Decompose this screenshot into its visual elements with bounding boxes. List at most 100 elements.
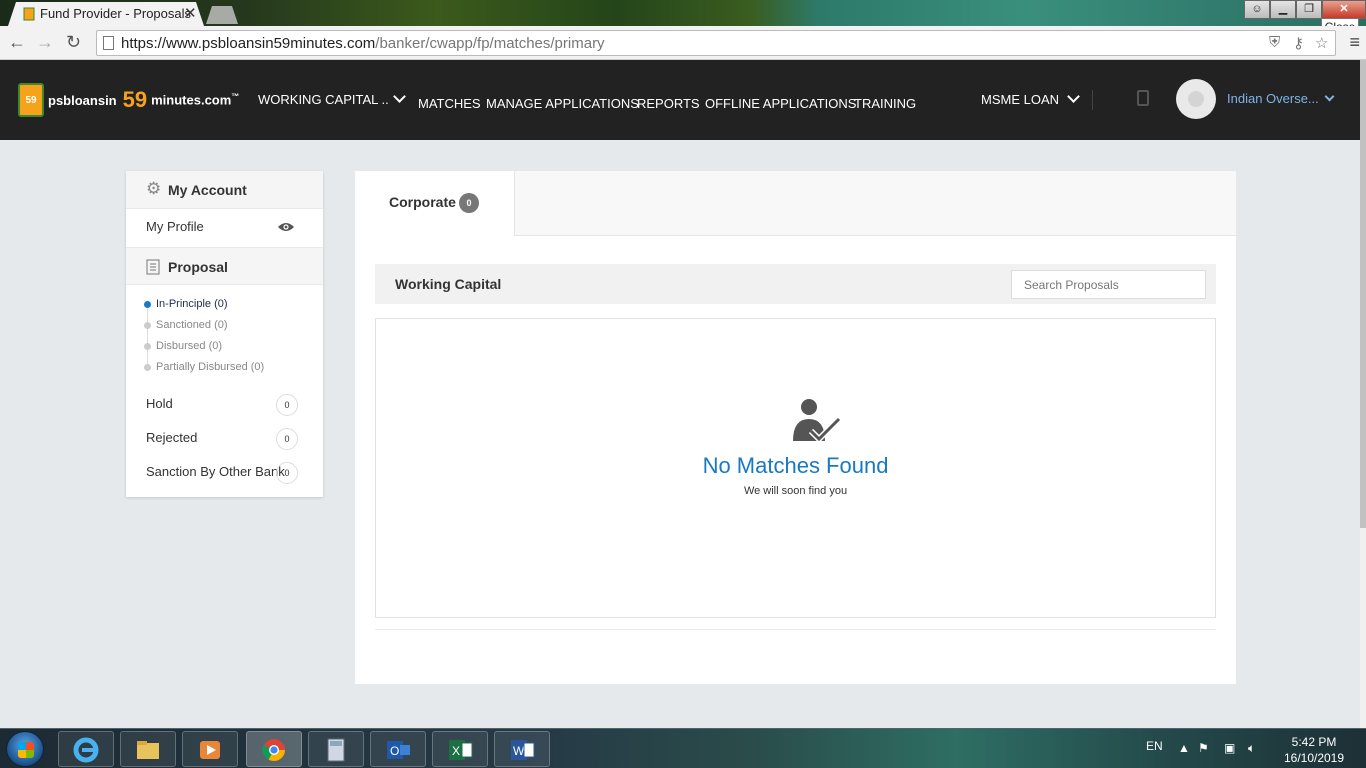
nav-manage-applications[interactable]: MANAGE APPLICATIONS <box>486 96 639 111</box>
forward-arrow-icon[interactable]: → <box>36 32 54 53</box>
nav-training[interactable]: TRAINING <box>854 96 916 111</box>
tab-bar: Corporate 0 <box>355 171 1236 236</box>
chevron-down-icon <box>1324 91 1335 102</box>
nav-offline-applications[interactable]: OFFLINE APPLICATIONS <box>705 96 856 111</box>
hold-count-badge: 0 <box>276 394 298 416</box>
url-text: https://www.psbloansin59minutes.com/bank… <box>121 35 605 52</box>
windows-taskbar: O X W EN ▲ ⚑ ▣ 🔈︎ 5:42 PM 16/10/2019 <box>0 728 1366 768</box>
new-tab-button[interactable] <box>206 6 238 24</box>
other-bank-count-badge: 0 <box>276 462 298 484</box>
section-title: Working Capital <box>395 276 502 292</box>
sidebar-item-hold[interactable]: Hold <box>146 396 173 411</box>
section-header: Working Capital <box>375 264 1216 304</box>
nav-divider <box>1092 90 1093 110</box>
sidebar: ⚙ My Account My Profile Proposal In-Prin… <box>126 171 323 497</box>
media-player-icon <box>200 741 220 759</box>
volume-icon[interactable]: 🔈︎ <box>1248 741 1255 756</box>
svg-text:O: O <box>390 744 399 758</box>
maximize-button[interactable]: ❐ <box>1296 0 1322 19</box>
step-dot <box>144 364 151 371</box>
tab-count-badge: 0 <box>459 193 479 213</box>
excel-icon: X <box>449 740 473 760</box>
chevron-down-icon <box>1067 90 1080 103</box>
site-logo[interactable]: 59 psbloansin 59 minutes.com™ <box>18 80 239 120</box>
language-indicator[interactable]: EN <box>1146 739 1163 753</box>
menu-icon[interactable]: ≡ <box>1349 32 1360 53</box>
nav-reports[interactable]: REPORTS <box>637 96 700 111</box>
chevron-down-icon <box>392 90 406 103</box>
taskbar-file-explorer[interactable] <box>120 731 176 767</box>
back-arrow-icon[interactable]: ← <box>8 32 26 53</box>
taskbar-excel[interactable]: X <box>432 731 488 767</box>
browser-tab[interactable]: Fund Provider - Proposals ✕ <box>8 2 204 26</box>
tray-expand-icon[interactable]: ▲ <box>1178 741 1190 755</box>
step-sanctioned[interactable]: Sanctioned (0) <box>156 319 228 331</box>
svg-text:X: X <box>452 744 460 758</box>
minimize-button[interactable]: ▁ <box>1270 0 1296 19</box>
calculator-icon[interactable] <box>1137 90 1149 106</box>
avatar[interactable] <box>1176 79 1216 119</box>
browser-tab-strip: Fund Provider - Proposals ✕ ☺ ▁ ❐ ✕ <box>0 0 1366 26</box>
network-icon[interactable]: ▣ <box>1224 741 1235 755</box>
folder-icon <box>137 741 159 759</box>
sidebar-item-sanction-other-bank[interactable]: Sanction By Other Bank <box>146 464 285 479</box>
tab-title: Fund Provider - Proposals <box>40 6 192 21</box>
app-navbar: 59 psbloansin 59 minutes.com™ WORKING CA… <box>0 60 1360 140</box>
results-footer-line <box>375 622 1216 630</box>
bookmark-star-icon[interactable]: ☆ <box>1315 34 1328 52</box>
taskbar-outlook[interactable]: O <box>370 731 426 767</box>
taskbar-word[interactable]: W <box>494 731 550 767</box>
close-window-button[interactable]: ✕ <box>1322 0 1366 19</box>
reload-icon[interactable]: ↻ <box>66 32 81 53</box>
outlook-icon: O <box>387 741 410 759</box>
svg-text:W: W <box>513 744 525 758</box>
tab-close-icon[interactable]: ✕ <box>184 4 197 22</box>
taskbar-chrome[interactable] <box>246 731 302 767</box>
step-partially-disbursed[interactable]: Partially Disbursed (0) <box>156 361 264 373</box>
logo-badge: 59 <box>18 83 44 117</box>
my-account-header: ⚙ My Account <box>126 171 323 209</box>
rejected-count-badge: 0 <box>276 428 298 450</box>
gear-icon: ⚙ <box>146 179 162 198</box>
page-icon <box>103 36 114 50</box>
taskbar-calculator[interactable] <box>308 731 364 767</box>
chrome-icon <box>262 739 285 761</box>
step-in-principle[interactable]: In-Principle (0) <box>156 298 228 310</box>
product-dropdown[interactable]: WORKING CAPITAL .. <box>258 90 406 107</box>
calculator-app-icon <box>327 738 345 762</box>
document-list-icon <box>146 259 160 275</box>
results-container: No Matches Found We will soon find you <box>375 318 1216 618</box>
system-clock[interactable]: 5:42 PM 16/10/2019 <box>1274 734 1354 766</box>
address-bar[interactable]: https://www.psbloansin59minutes.com/bank… <box>96 30 1336 56</box>
internet-explorer-icon <box>73 737 99 763</box>
sidebar-item-rejected[interactable]: Rejected <box>146 430 197 445</box>
shield-icon[interactable]: ⛨ <box>1269 34 1280 51</box>
eye-icon[interactable] <box>277 221 295 233</box>
flag-icon[interactable]: ⚑ <box>1198 741 1209 755</box>
user-icon[interactable]: ☺ <box>1244 0 1270 19</box>
main-panel: Corporate 0 Working Capital No Matches F… <box>355 171 1236 684</box>
sidebar-item-my-profile[interactable]: My Profile <box>146 219 204 234</box>
browser-toolbar: ← → ↻ https://www.psbloansin59minutes.co… <box>0 26 1366 60</box>
scrollbar-thumb[interactable] <box>1360 60 1366 528</box>
step-dot <box>144 343 151 350</box>
loan-type-dropdown[interactable]: MSME LOAN <box>981 90 1080 107</box>
tab-corporate[interactable]: Corporate 0 <box>355 171 515 236</box>
taskbar-media-player[interactable] <box>182 731 238 767</box>
search-proposals-input[interactable] <box>1011 270 1206 299</box>
user-menu[interactable]: Indian Overse... <box>1227 91 1335 106</box>
no-match-user-icon <box>793 399 841 443</box>
step-dot <box>144 322 151 329</box>
nav-matches[interactable]: MATCHES <box>418 96 481 111</box>
start-button[interactable] <box>6 731 44 767</box>
window-controls: ☺ ▁ ❐ ✕ <box>1244 0 1366 20</box>
step-dot-active <box>144 301 151 308</box>
word-icon: W <box>511 740 535 760</box>
favicon-icon <box>23 7 35 21</box>
key-icon[interactable]: ⚷ <box>1293 34 1304 52</box>
proposal-header: Proposal <box>126 247 323 285</box>
taskbar-internet-explorer[interactable] <box>58 731 114 767</box>
empty-state-subtitle: We will soon find you <box>743 485 848 497</box>
empty-state-title: No Matches Found <box>702 453 889 478</box>
step-disbursed[interactable]: Disbursed (0) <box>156 340 222 352</box>
